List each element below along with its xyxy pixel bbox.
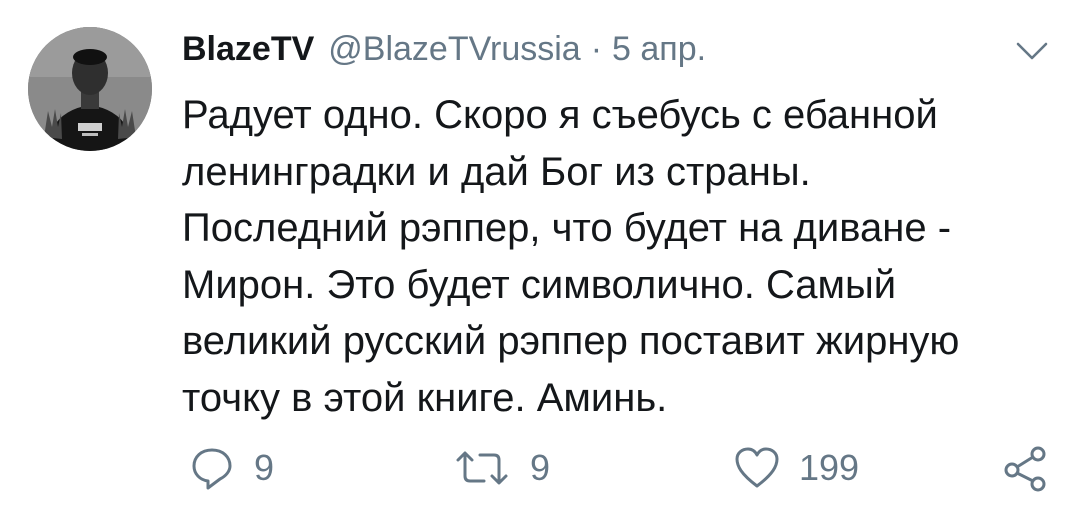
retweet-icon bbox=[456, 451, 508, 485]
like-button[interactable]: 199 bbox=[733, 440, 859, 496]
tweet-text-line: ленинградки и дай Бог из страны. bbox=[182, 149, 811, 194]
avatar[interactable] bbox=[28, 27, 152, 151]
tweet-actions: 9 9 199 bbox=[0, 440, 1080, 500]
tweet-header: BlazeTV @BlazeTVrussia · 5 апр. bbox=[182, 30, 706, 74]
tweet-text: Радует одно. Скоро я съебусь с ебанной л… bbox=[182, 87, 1052, 426]
tweet-text-line: Радует одно. Скоро я съебусь с ебанной bbox=[182, 93, 938, 137]
header-separator: · bbox=[590, 30, 603, 68]
reply-count: 9 bbox=[254, 447, 275, 488]
tweet-card: BlazeTV @BlazeTVrussia · 5 апр. Радует о… bbox=[0, 0, 1080, 512]
retweet-button[interactable]: 9 bbox=[452, 440, 550, 496]
reply-button[interactable]: 9 bbox=[188, 440, 274, 496]
share-icon bbox=[1004, 446, 1046, 492]
tweet-text-line: Мирон. Это будет символично. Самый bbox=[182, 262, 897, 307]
avatar-image bbox=[28, 27, 152, 151]
heart-icon bbox=[735, 447, 779, 488]
reply-icon bbox=[192, 448, 232, 490]
tweet-text-line: великий русский рэппер поставит жирную bbox=[182, 319, 960, 363]
chevron-down-icon[interactable] bbox=[1014, 38, 1050, 64]
tweet-text-line: точку в этой книге. Аминь. bbox=[182, 375, 668, 420]
share-button[interactable] bbox=[1001, 440, 1049, 496]
tweet-text-line: Последний рэппер, что будет на диване - bbox=[182, 206, 952, 250]
author-handle[interactable]: @BlazeTVrussia bbox=[328, 30, 580, 69]
author-name[interactable]: BlazeTV bbox=[182, 30, 314, 69]
retweet-count: 9 bbox=[530, 447, 551, 488]
like-count: 199 bbox=[799, 447, 860, 488]
tweet-date[interactable]: 5 апр. bbox=[612, 30, 706, 69]
